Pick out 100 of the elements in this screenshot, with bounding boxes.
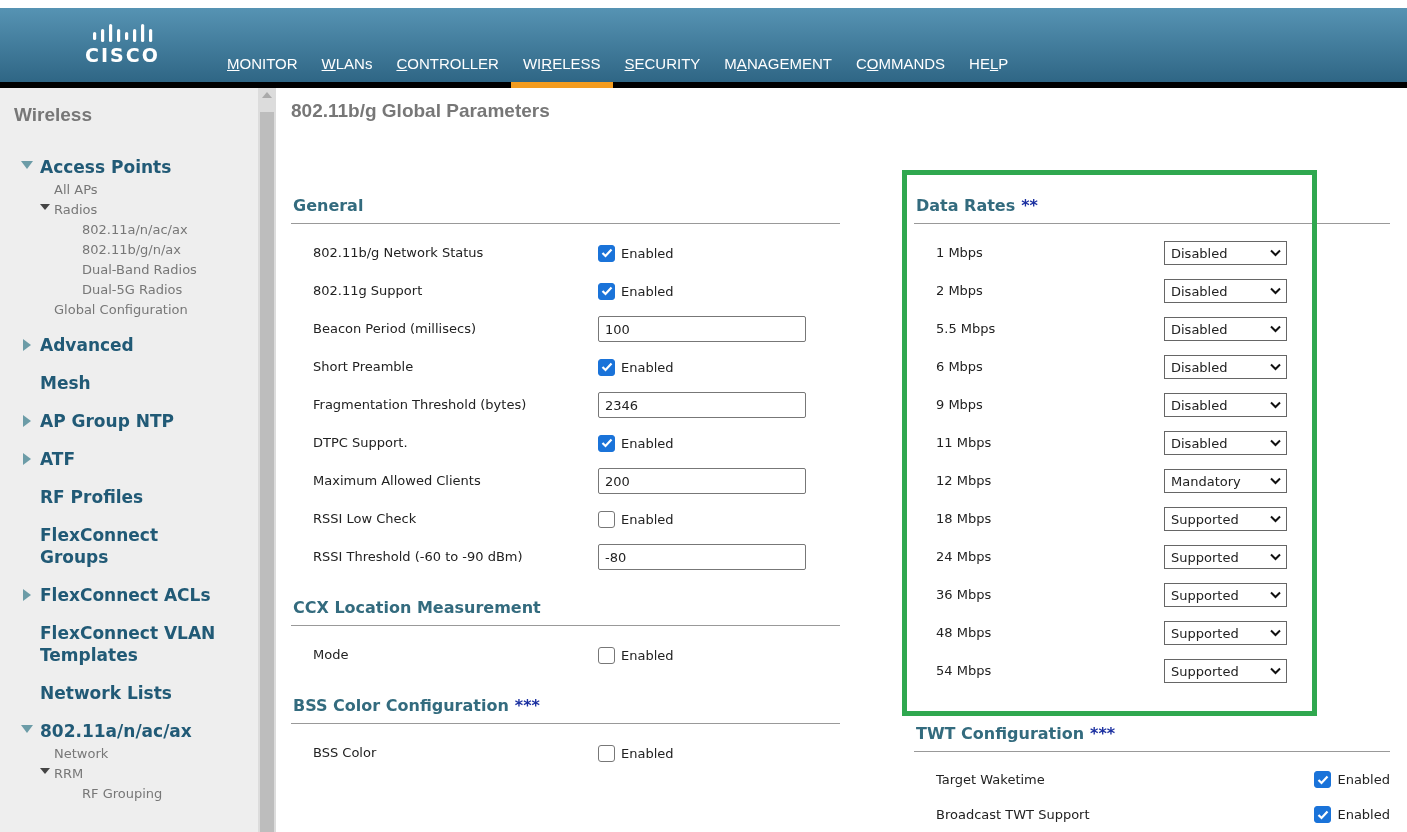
checkbox[interactable] bbox=[598, 646, 615, 664]
dropdown[interactable]: Supported bbox=[1164, 545, 1287, 569]
footnote-marker: ** bbox=[1021, 196, 1038, 215]
checkbox-label: Enabled bbox=[1337, 807, 1390, 822]
dropdown[interactable]: Disabled bbox=[1164, 279, 1287, 303]
page-title: 802.11b/g Global Parameters bbox=[291, 100, 551, 122]
field-label: 2 Mbps bbox=[936, 283, 984, 299]
sidebar-link[interactable]: Network bbox=[54, 744, 109, 764]
sidebar-link[interactable]: Mesh bbox=[40, 372, 91, 394]
section-heading: TWT Configuration bbox=[916, 724, 1085, 743]
field-label: 6 Mbps bbox=[936, 359, 984, 375]
sidebar-link[interactable]: Network Lists bbox=[40, 682, 172, 704]
dropdown[interactable]: Supported bbox=[1164, 583, 1287, 607]
nav-tab[interactable]: WIRELESS bbox=[510, 55, 613, 88]
checkbox[interactable] bbox=[598, 282, 615, 300]
checkbox[interactable] bbox=[598, 744, 615, 762]
sidebar-link[interactable]: All APs bbox=[54, 180, 98, 200]
nav-tab[interactable]: WLANs bbox=[309, 55, 385, 88]
collapse-triangle-icon[interactable] bbox=[40, 204, 50, 211]
expand-triangle-icon[interactable] bbox=[22, 339, 32, 351]
sidebar-link[interactable]: FlexConnect VLAN Templates bbox=[40, 622, 226, 666]
scrollbar[interactable] bbox=[258, 88, 276, 832]
dropdown[interactable]: Disabled bbox=[1164, 393, 1287, 417]
field-label: 9 Mbps bbox=[936, 397, 984, 413]
chevron-down-icon bbox=[1270, 287, 1281, 295]
logo-text: CISCO bbox=[85, 44, 160, 66]
footnote-marker: *** bbox=[514, 696, 540, 715]
dropdown[interactable]: Disabled bbox=[1164, 241, 1287, 265]
chevron-down-icon bbox=[1270, 515, 1281, 523]
nav-tab[interactable]: MANAGEMENT bbox=[712, 55, 844, 88]
nav-tab[interactable]: HELP bbox=[957, 55, 1021, 88]
expand-triangle-icon[interactable] bbox=[22, 589, 32, 601]
dropdown[interactable]: Supported bbox=[1164, 621, 1287, 645]
dropdown[interactable]: Disabled bbox=[1164, 431, 1287, 455]
checkbox-label: Enabled bbox=[621, 435, 674, 451]
checkbox-label: Enabled bbox=[1337, 772, 1390, 787]
field-label: RSSI Low Check bbox=[313, 511, 418, 527]
sidebar-link[interactable]: Advanced bbox=[40, 334, 134, 356]
checkbox[interactable] bbox=[598, 244, 615, 262]
chevron-down-icon bbox=[1270, 553, 1281, 561]
sidebar-link[interactable]: ATF bbox=[40, 448, 76, 470]
checkbox[interactable] bbox=[1314, 771, 1332, 788]
dropdown[interactable]: Supported bbox=[1164, 659, 1287, 683]
checkbox[interactable] bbox=[598, 510, 615, 528]
field-label: RSSI Threshold (-60 to -90 dBm) bbox=[313, 549, 524, 565]
sidebar-link[interactable]: Dual-Band Radios bbox=[82, 260, 197, 280]
expand-triangle-icon[interactable] bbox=[22, 415, 32, 427]
checkbox-label: Enabled bbox=[621, 245, 674, 261]
sidebar-link[interactable]: FlexConnect Groups bbox=[40, 524, 226, 568]
checkbox[interactable] bbox=[598, 358, 615, 376]
input-field[interactable]: 2346 bbox=[598, 392, 806, 418]
dropdown[interactable]: Supported bbox=[1164, 507, 1287, 531]
chevron-down-icon bbox=[1270, 401, 1281, 409]
field-label: 12 Mbps bbox=[936, 473, 993, 489]
sidebar-link[interactable]: RF Profiles bbox=[40, 486, 144, 508]
chevron-down-icon bbox=[1270, 363, 1281, 371]
field-label: Target Waketime bbox=[936, 771, 1045, 788]
sidebar-title: Wireless bbox=[14, 104, 93, 126]
sidebar-link[interactable]: Radios bbox=[54, 200, 98, 220]
collapse-triangle-icon[interactable] bbox=[40, 768, 50, 775]
field-label: Short Preamble bbox=[313, 359, 415, 375]
chevron-down-icon bbox=[1270, 667, 1281, 675]
nav-tab[interactable]: CONTROLLER bbox=[384, 55, 511, 88]
section-heading: BSS Color Configuration bbox=[293, 696, 509, 715]
sidebar-link[interactable]: FlexConnect ACLs bbox=[40, 584, 211, 606]
checkbox[interactable] bbox=[1314, 806, 1332, 823]
dropdown[interactable]: Disabled bbox=[1164, 317, 1287, 341]
chevron-down-icon bbox=[1270, 249, 1281, 257]
field-label: 24 Mbps bbox=[936, 549, 993, 565]
input-field[interactable]: 200 bbox=[598, 468, 806, 494]
sidebar-link[interactable]: 802.11a/n/ac/ax bbox=[82, 220, 188, 240]
input-field[interactable]: -80 bbox=[598, 544, 806, 570]
expand-triangle-icon[interactable] bbox=[22, 453, 32, 465]
field-label: Broadcast TWT Support bbox=[936, 806, 1090, 823]
sidebar-link[interactable]: RRM bbox=[54, 764, 84, 784]
sidebar-link[interactable]: RF Grouping bbox=[82, 784, 163, 804]
sidebar-link[interactable]: Dual-5G Radios bbox=[82, 280, 183, 300]
sidebar-link[interactable]: 802.11a/n/ac/ax bbox=[40, 720, 192, 742]
checkbox[interactable] bbox=[598, 434, 615, 452]
field-label: Beacon Period (millisecs) bbox=[313, 321, 477, 337]
dropdown[interactable]: Disabled bbox=[1164, 355, 1287, 379]
input-field[interactable]: 100 bbox=[598, 316, 806, 342]
nav-tab[interactable]: MONITOR bbox=[215, 55, 310, 88]
section-heading: CCX Location Measurement bbox=[293, 598, 541, 617]
field-label: 11 Mbps bbox=[936, 435, 993, 451]
section-heading: Data Rates bbox=[916, 196, 1016, 215]
dropdown[interactable]: Mandatory bbox=[1164, 469, 1287, 493]
footnote-marker: *** bbox=[1090, 724, 1116, 743]
checkbox-label: Enabled bbox=[621, 745, 674, 761]
nav-tab[interactable]: SECURITY bbox=[612, 55, 713, 88]
sidebar-link[interactable]: 802.11b/g/n/ax bbox=[82, 240, 182, 260]
sidebar-link[interactable]: Global Configuration bbox=[54, 300, 188, 320]
sidebar-link[interactable]: Access Points bbox=[40, 156, 172, 178]
field-label: 802.11g Support bbox=[313, 283, 424, 299]
field-label: 54 Mbps bbox=[936, 663, 993, 679]
section-heading: General bbox=[293, 196, 364, 215]
sidebar-link[interactable]: AP Group NTP bbox=[40, 410, 175, 432]
field-label: Fragmentation Threshold (bytes) bbox=[313, 397, 528, 413]
nav-tab[interactable]: COMMANDS bbox=[843, 55, 958, 88]
checkbox-label: Enabled bbox=[621, 359, 674, 375]
